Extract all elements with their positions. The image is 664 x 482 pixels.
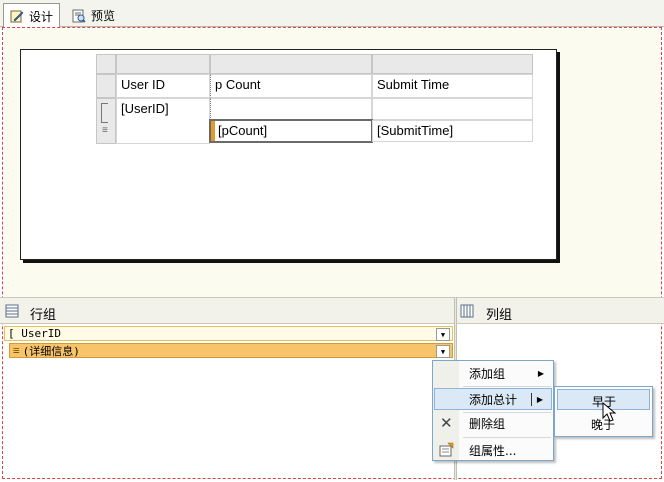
menu-item-group-properties-label: 组属性... xyxy=(469,443,517,458)
chevron-down-icon: ▼ xyxy=(440,330,446,339)
column-groups-icon xyxy=(460,304,474,318)
view-tab-bar: 设计 预览 xyxy=(0,0,664,28)
row-group-details-dropdown[interactable]: ▼ xyxy=(436,345,450,358)
menu-item-group-properties[interactable]: 组属性... xyxy=(434,439,552,461)
mouse-cursor-icon xyxy=(602,402,617,422)
submenu-arrow-icon: ▶ xyxy=(537,368,544,378)
details-lines-icon: ≡ xyxy=(13,344,20,357)
menu-item-add-total[interactable]: 添加总计 ▶ xyxy=(434,388,552,410)
row-group-details-label: (详细信息) xyxy=(22,344,80,358)
menu-item-divider-bar xyxy=(531,393,532,406)
submenu-arrow-icon: ▶ xyxy=(536,394,543,404)
menu-item-add-group-label: 添加组 xyxy=(469,366,506,381)
row-groups-icon xyxy=(5,304,19,318)
design-icon xyxy=(10,10,24,23)
preview-icon xyxy=(72,9,86,23)
menu-item-delete-group[interactable]: ✕ 删除组 xyxy=(434,412,552,434)
grouping-pane-header: 行组 列组 xyxy=(0,297,664,324)
context-menu: 添加组 ▶ 添加总计 ▶ ✕ 删除组 组属性... xyxy=(432,360,554,461)
row-group-userid[interactable]: [ UserID ▼ xyxy=(4,326,453,341)
tab-design[interactable]: 设计 xyxy=(3,3,61,28)
menu-item-delete-group-label: 删除组 xyxy=(469,416,506,431)
row-group-userid-dropdown[interactable]: ▼ xyxy=(436,328,450,341)
menu-separator xyxy=(463,386,551,387)
properties-icon xyxy=(439,442,454,457)
row-group-details[interactable]: ≡ (详细信息) ▼ xyxy=(9,343,453,358)
row-group-userid-label: [ UserID xyxy=(8,327,61,340)
menu-item-add-total-label: 添加总计 xyxy=(469,392,518,407)
row-groups-title: 行组 xyxy=(30,308,57,323)
menu-separator xyxy=(463,437,551,438)
chevron-down-icon: ▼ xyxy=(440,347,446,356)
column-groups-title: 列组 xyxy=(486,308,513,323)
tab-preview-label: 预览 xyxy=(91,9,116,23)
tab-preview[interactable]: 预览 xyxy=(66,4,121,27)
delete-x-icon: ✕ xyxy=(440,414,453,432)
tab-design-label: 设计 xyxy=(29,9,54,24)
menu-item-add-group[interactable]: 添加组 ▶ xyxy=(434,362,552,384)
